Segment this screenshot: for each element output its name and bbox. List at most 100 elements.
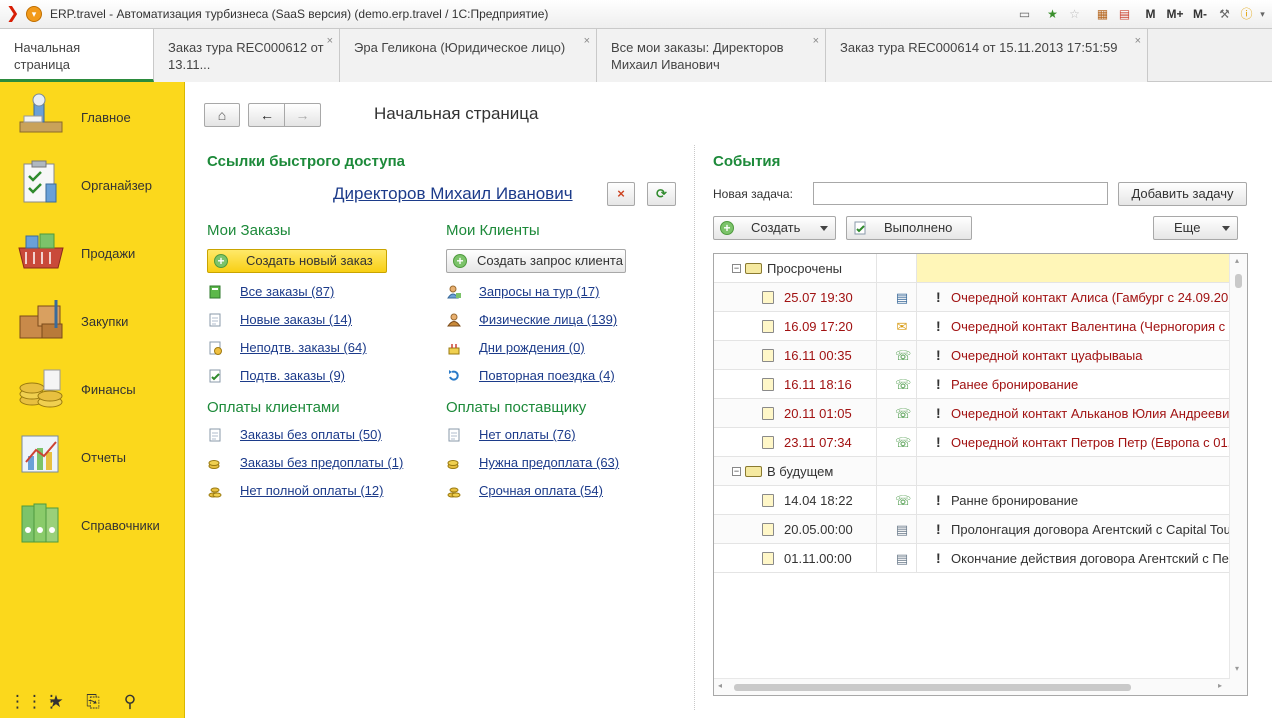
phone-icon: ☏ — [895, 435, 912, 450]
tab-order-rec000612[interactable]: Заказ тура REC000612 от 13.11... × — [154, 29, 340, 82]
close-icon[interactable]: × — [1135, 33, 1141, 50]
link-label[interactable]: Новые заказы (14) — [240, 312, 352, 327]
tab-order-rec000614[interactable]: Заказ тура REC000614 от 15.11.2013 17:51… — [826, 29, 1148, 82]
sidebar-item-references[interactable]: Справочники — [0, 494, 185, 556]
scroll-right-icon[interactable]: ▸ — [1218, 681, 1222, 690]
calendar-icon[interactable]: ▤ — [1116, 6, 1133, 23]
horizontal-scrollbar[interactable]: ◂ ▸ — [714, 678, 1230, 695]
title-bar: ❯ ▾ ERP.travel - Автоматизация турбизнес… — [0, 0, 1272, 29]
close-icon[interactable]: × — [584, 33, 590, 50]
link-label[interactable]: Физические лица (139) — [479, 312, 617, 327]
link-label[interactable]: Повторная поездка (4) — [479, 368, 615, 383]
link-label[interactable]: Заказы без предоплаты (1) — [240, 455, 403, 470]
link-label[interactable]: Все заказы (87) — [240, 284, 334, 299]
tab-label: Эра Геликона (Юридическое лицо) — [354, 40, 566, 55]
arrow-left-icon: ← — [260, 107, 274, 123]
sidebar-item-reports[interactable]: Отчеты — [0, 426, 185, 488]
table-row[interactable]: 23.11 07:34 ☏ ! Очередной контакт Петров… — [714, 428, 1239, 457]
column-divider — [694, 145, 695, 710]
close-icon[interactable]: × — [813, 33, 819, 50]
save-icon[interactable]: ▭ — [1016, 6, 1033, 23]
table-row[interactable]: 16.09 17:20 ✉ ! Очередной контакт Валент… — [714, 312, 1236, 341]
link-label[interactable]: Дни рождения (0) — [479, 340, 585, 355]
group-row-future[interactable]: − В будущем — [714, 457, 1230, 486]
memory-m-button[interactable]: M — [1142, 6, 1159, 23]
coins-small-icon — [447, 460, 459, 469]
forward-button[interactable]: → — [284, 103, 321, 127]
scrollbar-thumb[interactable] — [734, 684, 1131, 691]
more-button[interactable]: Еще — [1153, 216, 1238, 240]
current-user-link[interactable]: Директоров Михаил Иванович — [333, 184, 573, 204]
table-row[interactable]: 14.04 18:22 ☏ ! Ранне бронирование — [714, 486, 1230, 515]
history-icon[interactable]: ⎘ — [83, 692, 103, 712]
tab-label: Все мои заказы: Директоров Михаил Иванов… — [611, 40, 784, 72]
memory-mminus-button[interactable]: M- — [1190, 6, 1210, 23]
search-icon[interactable]: ⚲ — [120, 692, 140, 712]
link-label[interactable]: Нужна предоплата (63) — [479, 455, 619, 470]
vertical-scrollbar[interactable]: ▴ ▾ — [1229, 254, 1247, 695]
events-table[interactable]: − Просрочены 25.07 19:30 ▤ ! Очередной к… — [713, 253, 1248, 696]
button-label: Создать запрос клиента — [477, 253, 623, 268]
home-button[interactable]: ⌂ — [204, 103, 240, 127]
tab-label: Начальная страница — [14, 40, 81, 72]
event-date: 25.07 19:30 — [784, 290, 853, 305]
sidebar-item-purchases[interactable]: Закупки — [0, 290, 185, 352]
sidebar-item-organizer[interactable]: Органайзер — [0, 154, 185, 216]
create-client-request-button[interactable]: + Создать запрос клиента — [446, 249, 626, 273]
calculator-icon[interactable]: ▦ — [1094, 6, 1111, 23]
green-book-icon — [209, 285, 221, 299]
refresh-icon: ⟳ — [656, 186, 667, 201]
favorites-icon[interactable]: ☆ — [1066, 6, 1083, 23]
sidebar-item-main[interactable]: Главное — [0, 86, 185, 148]
table-row[interactable]: 16.11 00:35 ☏ ! Очередной контакт цуафыв… — [714, 341, 1230, 370]
add-task-button[interactable]: Добавить задачу — [1118, 182, 1247, 206]
new-task-input[interactable] — [813, 182, 1108, 205]
create-event-button[interactable]: + Создать — [713, 216, 836, 240]
cake-icon — [448, 344, 460, 355]
tools-icon[interactable]: ⚒ — [1216, 6, 1233, 23]
clear-user-button[interactable]: × — [607, 182, 635, 206]
tab-label: Заказ тура REC000612 от 13.11... — [168, 40, 324, 72]
collapse-icon[interactable]: − — [732, 467, 741, 476]
link-label[interactable]: Заказы без оплаты (50) — [240, 427, 382, 442]
event-text: Очередной контакт Альканов Юлия Андрееви… — [951, 406, 1237, 421]
favorites-icon[interactable]: ★ — [46, 692, 66, 712]
link-label[interactable]: Срочная оплата (54) — [479, 483, 603, 498]
tab-era-gelikona[interactable]: Эра Геликона (Юридическое лицо) × — [340, 29, 597, 82]
close-icon[interactable]: × — [327, 33, 333, 50]
event-date: 16.11 00:35 — [784, 348, 852, 363]
favorites-add-icon[interactable]: ★ — [1044, 6, 1061, 23]
sidebar-item-sales[interactable]: Продажи — [0, 222, 185, 284]
table-row[interactable]: 01.11.00:00 ▤ ! Окончание действия догов… — [714, 544, 1230, 573]
link-label[interactable]: Нет полной оплаты (12) — [240, 483, 383, 498]
link-label[interactable]: Подтв. заказы (9) — [240, 368, 345, 383]
collapse-icon[interactable]: − — [732, 264, 741, 273]
link-label[interactable]: Неподтв. заказы (64) — [240, 340, 367, 355]
document-icon — [448, 428, 460, 442]
table-row[interactable]: 20.11 01:05 ☏ ! Очередной контакт Алькан… — [714, 399, 1236, 428]
group-row-overdue[interactable]: − Просрочены — [714, 254, 1230, 283]
mark-done-button[interactable]: Выполнено — [846, 216, 972, 240]
info-menu-icon[interactable]: ▾ — [1254, 6, 1271, 23]
main-menu-button[interactable]: ▾ — [26, 6, 42, 22]
arrow-right-icon: → — [295, 107, 310, 123]
create-order-button[interactable]: + Создать новый заказ — [207, 249, 387, 273]
chevron-down-icon — [820, 226, 828, 231]
back-button[interactable]: ← — [248, 103, 285, 127]
scroll-up-icon[interactable]: ▴ — [1235, 256, 1239, 265]
table-row[interactable]: 20.05.00:00 ▤ ! Пролонгация договора Аге… — [714, 515, 1231, 544]
tab-all-my-orders[interactable]: Все мои заказы: Директоров Михаил Иванов… — [597, 29, 826, 82]
link-label[interactable]: Запросы на тур (17) — [479, 284, 599, 299]
table-row[interactable]: 25.07 19:30 ▤ ! Очередной контакт Алиса … — [714, 283, 1243, 312]
scroll-left-icon[interactable]: ◂ — [718, 681, 722, 690]
table-row[interactable]: 16.11 18:16 ☏ ! Ранее бронирование — [714, 370, 1230, 399]
scrollbar-thumb[interactable] — [1235, 274, 1242, 288]
sidebar-item-finance[interactable]: Финансы — [0, 358, 185, 420]
link-label[interactable]: Нет оплаты (76) — [479, 427, 576, 442]
all-functions-icon[interactable]: ⋮⋮⋮ — [9, 692, 60, 712]
tab-start-page[interactable]: Начальная страница — [0, 29, 154, 82]
info-icon[interactable]: ⓘ — [1238, 6, 1255, 23]
memory-mplus-button[interactable]: M+ — [1164, 6, 1186, 23]
refresh-button[interactable]: ⟳ — [647, 182, 676, 206]
scroll-down-icon[interactable]: ▾ — [1235, 664, 1239, 673]
